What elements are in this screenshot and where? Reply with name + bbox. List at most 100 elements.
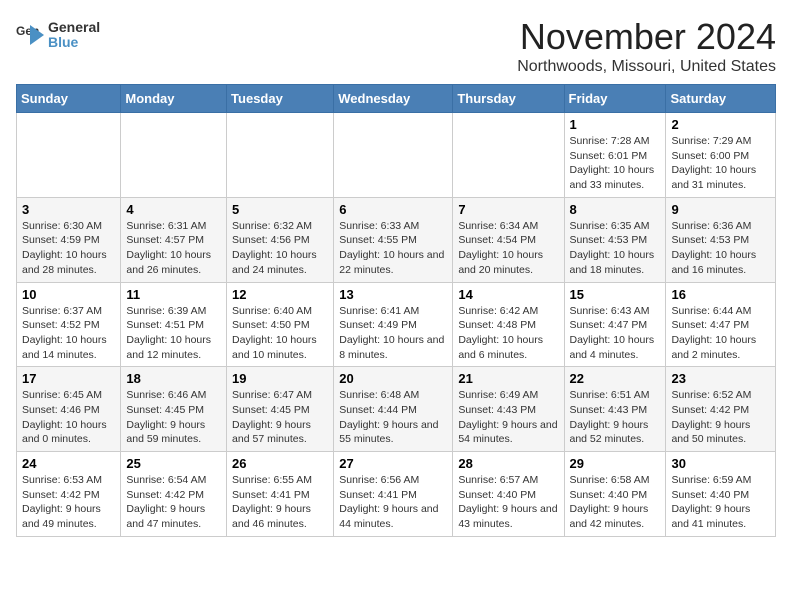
day-info: Sunrise: 7:28 AM Sunset: 6:01 PM Dayligh… (570, 134, 661, 193)
day-info: Sunrise: 6:49 AM Sunset: 4:43 PM Dayligh… (458, 388, 558, 447)
day-number: 6 (339, 202, 447, 217)
calendar-week-2: 3Sunrise: 6:30 AM Sunset: 4:59 PM Daylig… (17, 197, 776, 282)
day-number: 30 (671, 456, 770, 471)
weekday-header-wednesday: Wednesday (334, 85, 453, 113)
day-info: Sunrise: 6:53 AM Sunset: 4:42 PM Dayligh… (22, 473, 115, 532)
logo-icon: Gen (16, 21, 44, 49)
calendar-cell: 27 Sunrise: 6:56 AM Sunset: 4:41 PM Dayli… (334, 452, 453, 537)
month-title: November 2024 (517, 16, 776, 58)
weekday-header-monday: Monday (121, 85, 227, 113)
page-header: Gen General Blue November 2024 Northwood… (16, 16, 776, 76)
day-number: 16 (671, 287, 770, 302)
calendar-cell: 4 Sunrise: 6:31 AM Sunset: 4:57 PM Daylig… (121, 197, 227, 282)
calendar-cell: 3Sunrise: 6:30 AM Sunset: 4:59 PM Daylig… (17, 197, 121, 282)
day-number: 27 (339, 456, 447, 471)
calendar-cell (17, 113, 121, 198)
calendar-cell: 18 Sunrise: 6:46 AM Sunset: 4:45 PM Dayli… (121, 367, 227, 452)
day-info: Sunrise: 6:48 AM Sunset: 4:44 PM Dayligh… (339, 388, 447, 447)
calendar-cell: 29 Sunrise: 6:58 AM Sunset: 4:40 PM Dayli… (564, 452, 666, 537)
calendar-cell: 11 Sunrise: 6:39 AM Sunset: 4:51 PM Dayli… (121, 282, 227, 367)
calendar-cell: 5 Sunrise: 6:32 AM Sunset: 4:56 PM Daylig… (227, 197, 334, 282)
day-number: 15 (570, 287, 661, 302)
day-info: Sunrise: 6:45 AM Sunset: 4:46 PM Dayligh… (22, 388, 115, 447)
calendar-cell: 24 Sunrise: 6:53 AM Sunset: 4:42 PM Dayli… (17, 452, 121, 537)
calendar-week-3: 10 Sunrise: 6:37 AM Sunset: 4:52 PM Dayli… (17, 282, 776, 367)
calendar-cell (227, 113, 334, 198)
day-number: 17 (22, 371, 115, 386)
calendar-cell: 13 Sunrise: 6:41 AM Sunset: 4:49 PM Dayli… (334, 282, 453, 367)
calendar-cell: 23Sunrise: 6:52 AM Sunset: 4:42 PM Dayli… (666, 367, 776, 452)
day-info: Sunrise: 6:58 AM Sunset: 4:40 PM Dayligh… (570, 473, 661, 532)
calendar-week-1: 1 Sunrise: 7:28 AM Sunset: 6:01 PM Daylig… (17, 113, 776, 198)
day-number: 8 (570, 202, 661, 217)
day-number: 22 (570, 371, 661, 386)
calendar-cell: 26Sunrise: 6:55 AM Sunset: 4:41 PM Dayli… (227, 452, 334, 537)
calendar-body: 1 Sunrise: 7:28 AM Sunset: 6:01 PM Daylig… (17, 113, 776, 537)
day-number: 3 (22, 202, 115, 217)
calendar-cell (453, 113, 564, 198)
day-number: 23 (671, 371, 770, 386)
day-number: 7 (458, 202, 558, 217)
day-number: 13 (339, 287, 447, 302)
day-info: Sunrise: 6:44 AM Sunset: 4:47 PM Dayligh… (671, 304, 770, 363)
calendar-cell: 1 Sunrise: 7:28 AM Sunset: 6:01 PM Daylig… (564, 113, 666, 198)
day-number: 19 (232, 371, 328, 386)
calendar-cell: 15 Sunrise: 6:43 AM Sunset: 4:47 PM Dayli… (564, 282, 666, 367)
day-info: Sunrise: 6:59 AM Sunset: 4:40 PM Dayligh… (671, 473, 770, 532)
calendar-week-5: 24 Sunrise: 6:53 AM Sunset: 4:42 PM Dayli… (17, 452, 776, 537)
calendar-cell: 16 Sunrise: 6:44 AM Sunset: 4:47 PM Dayli… (666, 282, 776, 367)
calendar-cell (121, 113, 227, 198)
day-number: 29 (570, 456, 661, 471)
calendar-cell: 12Sunrise: 6:40 AM Sunset: 4:50 PM Dayli… (227, 282, 334, 367)
calendar-cell: 8 Sunrise: 6:35 AM Sunset: 4:53 PM Daylig… (564, 197, 666, 282)
day-info: Sunrise: 6:57 AM Sunset: 4:40 PM Dayligh… (458, 473, 558, 532)
day-number: 24 (22, 456, 115, 471)
day-number: 10 (22, 287, 115, 302)
day-number: 20 (339, 371, 447, 386)
weekday-header-thursday: Thursday (453, 85, 564, 113)
day-info: Sunrise: 6:55 AM Sunset: 4:41 PM Dayligh… (232, 473, 328, 532)
day-info: Sunrise: 6:41 AM Sunset: 4:49 PM Dayligh… (339, 304, 447, 363)
day-info: Sunrise: 6:31 AM Sunset: 4:57 PM Dayligh… (126, 219, 221, 278)
day-number: 28 (458, 456, 558, 471)
day-info: Sunrise: 6:36 AM Sunset: 4:53 PM Dayligh… (671, 219, 770, 278)
day-number: 18 (126, 371, 221, 386)
day-info: Sunrise: 6:43 AM Sunset: 4:47 PM Dayligh… (570, 304, 661, 363)
day-number: 1 (570, 117, 661, 132)
day-number: 11 (126, 287, 221, 302)
logo-blue: Blue (48, 35, 100, 50)
day-info: Sunrise: 6:35 AM Sunset: 4:53 PM Dayligh… (570, 219, 661, 278)
calendar-table: SundayMondayTuesdayWednesdayThursdayFrid… (16, 84, 776, 537)
weekday-header-sunday: Sunday (17, 85, 121, 113)
day-number: 21 (458, 371, 558, 386)
calendar-cell: 28 Sunrise: 6:57 AM Sunset: 4:40 PM Dayli… (453, 452, 564, 537)
day-info: Sunrise: 6:34 AM Sunset: 4:54 PM Dayligh… (458, 219, 558, 278)
weekday-header-friday: Friday (564, 85, 666, 113)
day-number: 5 (232, 202, 328, 217)
day-number: 2 (671, 117, 770, 132)
logo-general: General (48, 20, 100, 35)
location-title: Northwoods, Missouri, United States (517, 58, 776, 76)
day-number: 9 (671, 202, 770, 217)
weekday-header-saturday: Saturday (666, 85, 776, 113)
calendar-cell: 19Sunrise: 6:47 AM Sunset: 4:45 PM Dayli… (227, 367, 334, 452)
calendar-cell: 14Sunrise: 6:42 AM Sunset: 4:48 PM Dayli… (453, 282, 564, 367)
day-number: 25 (126, 456, 221, 471)
calendar-cell: 25Sunrise: 6:54 AM Sunset: 4:42 PM Dayli… (121, 452, 227, 537)
logo: Gen General Blue (16, 20, 100, 51)
day-info: Sunrise: 6:32 AM Sunset: 4:56 PM Dayligh… (232, 219, 328, 278)
calendar-cell: 9 Sunrise: 6:36 AM Sunset: 4:53 PM Daylig… (666, 197, 776, 282)
day-number: 14 (458, 287, 558, 302)
day-info: Sunrise: 6:46 AM Sunset: 4:45 PM Dayligh… (126, 388, 221, 447)
day-info: Sunrise: 6:37 AM Sunset: 4:52 PM Dayligh… (22, 304, 115, 363)
day-info: Sunrise: 6:39 AM Sunset: 4:51 PM Dayligh… (126, 304, 221, 363)
day-info: Sunrise: 6:40 AM Sunset: 4:50 PM Dayligh… (232, 304, 328, 363)
calendar-cell: 10 Sunrise: 6:37 AM Sunset: 4:52 PM Dayli… (17, 282, 121, 367)
calendar-cell: 22Sunrise: 6:51 AM Sunset: 4:43 PM Dayli… (564, 367, 666, 452)
calendar-cell: 6Sunrise: 6:33 AM Sunset: 4:55 PM Daylig… (334, 197, 453, 282)
day-number: 4 (126, 202, 221, 217)
calendar-week-4: 17 Sunrise: 6:45 AM Sunset: 4:46 PM Dayli… (17, 367, 776, 452)
calendar-cell: 30 Sunrise: 6:59 AM Sunset: 4:40 PM Dayli… (666, 452, 776, 537)
calendar-header-row: SundayMondayTuesdayWednesdayThursdayFrid… (17, 85, 776, 113)
day-info: Sunrise: 6:56 AM Sunset: 4:41 PM Dayligh… (339, 473, 447, 532)
